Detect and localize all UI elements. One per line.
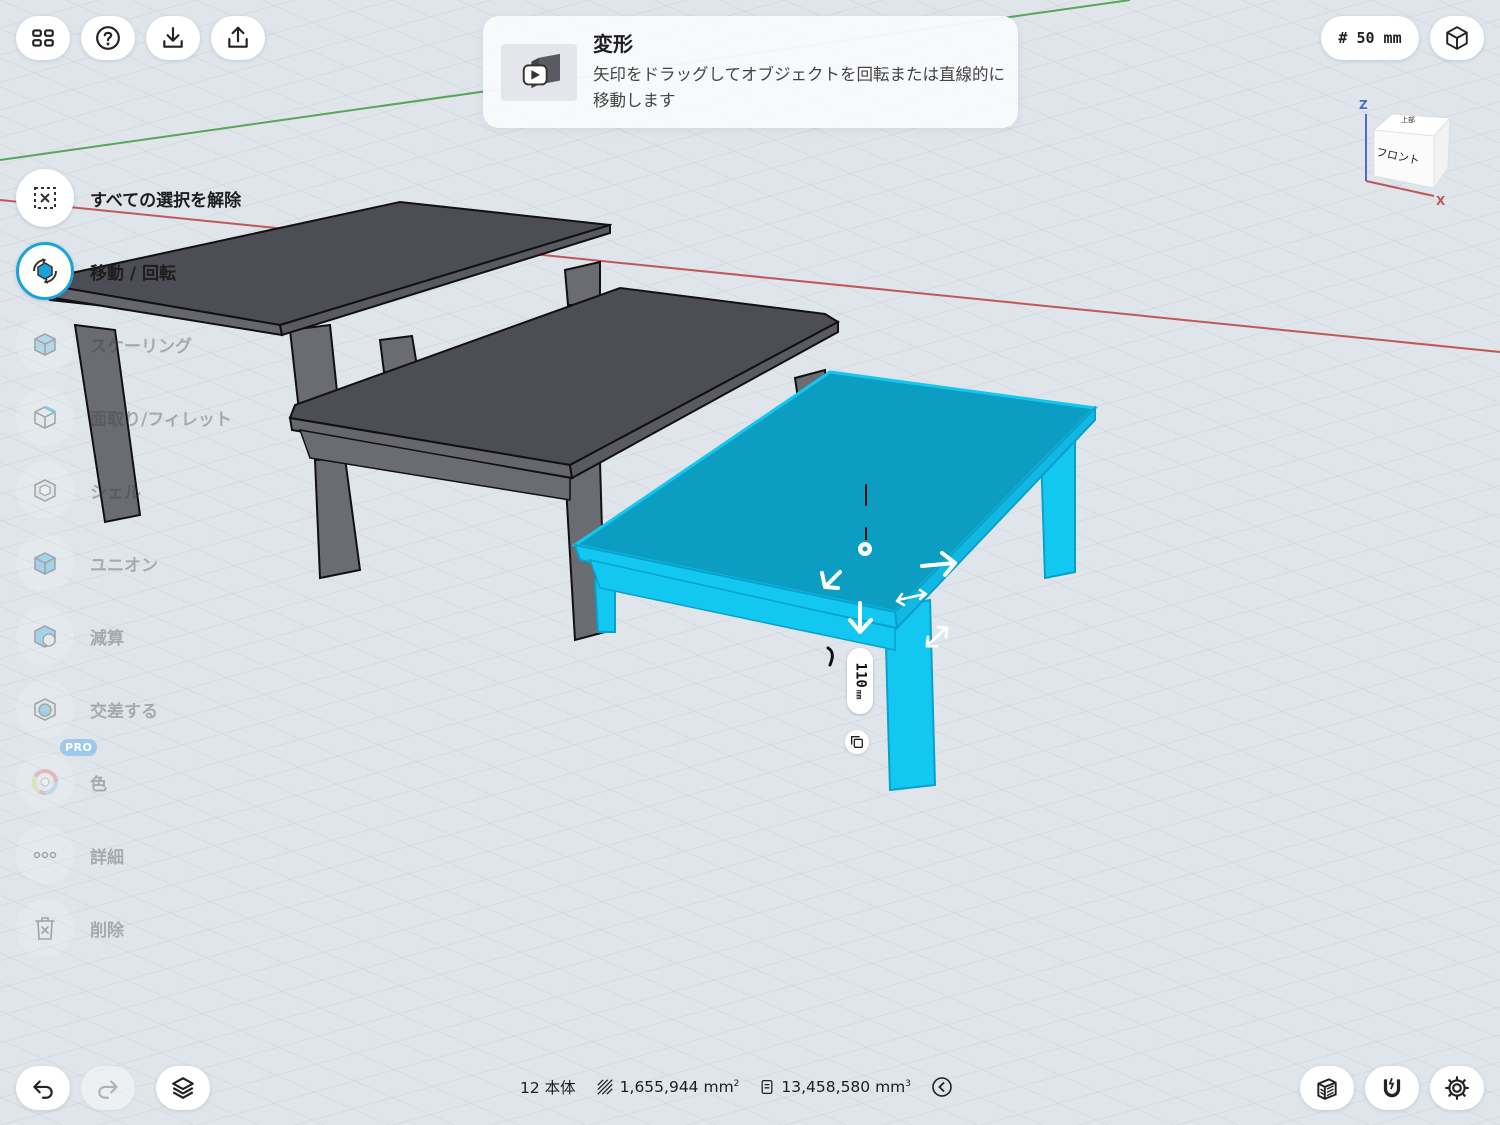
share-icon [228,26,248,48]
volume-icon [761,1079,773,1095]
layers-button[interactable] [156,1066,210,1110]
duplicate-icon [851,736,863,748]
dimension-value: 110 [852,662,868,688]
volume: 13,458,580 mm3 [781,1078,912,1096]
tool-label: 面取り/フィレット [90,409,232,430]
layers-icon [172,1077,194,1099]
gear-icon [1445,1076,1469,1100]
axis-z-label: Z [1359,98,1368,112]
tool-shell[interactable]: シェル [16,461,316,519]
tool-label: 色 [90,774,107,795]
surface-area: 1,655,944 mm2 [619,1078,740,1096]
play-video-icon [522,53,560,88]
hint-title: 変形 [593,32,633,56]
tool-delete[interactable]: 削除 [16,899,316,957]
redo-button[interactable] [81,1066,135,1110]
tool-label: スケーリング [90,336,192,357]
export-button[interactable] [211,16,265,60]
magnet-icon [1383,1077,1401,1098]
snap-button[interactable] [1365,1066,1419,1110]
tool-hint-card: 変形 矢印をドラッグしてオブジェクトを回転または直線的に移動します [483,16,1018,128]
status-bar: 12 本体 1,655,944 mm2 13,458,580 mm3 [520,1072,990,1102]
duplicate-button[interactable] [845,730,869,754]
tool-union[interactable]: ユニオン [16,534,316,592]
tool-move-rotate[interactable]: 移動 / 回転 [16,242,316,300]
download-icon [163,27,183,48]
axis-x-label: X [1436,194,1446,208]
tool-label: 減算 [90,628,124,649]
union-icon [34,552,56,575]
svg-text:上部: 上部 [1401,115,1415,124]
grid-size-button[interactable]: # 50 mm [1321,16,1419,60]
redo-icon [98,1080,118,1099]
section-box-icon [1317,1078,1337,1100]
tool-label: 削除 [90,920,124,941]
collapse-stats-icon[interactable] [931,1076,953,1098]
subtract-icon [34,625,56,648]
scale-icon [34,333,56,356]
trash-icon [35,917,55,940]
tool-label: シェル [90,482,141,503]
tool-label: 移動 / 回転 [90,263,177,284]
cube-view-icon [1446,26,1468,50]
view-mode-button[interactable] [1430,16,1484,60]
tool-color[interactable]: PRO 色 [16,739,316,811]
menu-grid-button[interactable] [16,16,70,60]
help-button[interactable] [81,16,135,60]
body-count: 12 本体 [520,1079,576,1097]
tool-details[interactable]: 詳細 [16,826,316,884]
tool-label: 交差する [90,701,158,722]
view-cube[interactable]: 上部 Z X フロント [1352,96,1462,216]
tool-chamfer-fillet[interactable]: 面取り/フィレット [16,388,316,446]
chamfer-icon [34,405,56,429]
grid-menu-icon [32,29,54,47]
tool-intersect[interactable]: 交差する [16,680,316,738]
area-icon [596,1079,613,1095]
hint-video-thumbnail[interactable] [501,44,577,101]
deselect-icon [34,187,56,209]
more-icon [33,851,57,859]
tool-label: ユニオン [90,555,158,576]
color-wheel-icon [32,769,58,795]
tool-subtract[interactable]: 減算 [16,607,316,665]
settings-button[interactable] [1430,1066,1484,1110]
help-icon [96,26,120,50]
section-view-button[interactable] [1300,1066,1354,1110]
tool-label: 詳細 [90,847,124,868]
dimension-unit: mm [854,689,863,700]
tool-deselect-all[interactable]: すべての選択を解除 [16,169,316,227]
shell-icon [34,479,56,502]
hint-description: 矢印をドラッグしてオブジェクトを回転または直線的に移動します [593,65,1006,110]
import-button[interactable] [146,16,200,60]
dimension-label[interactable]: 110mm [847,648,873,714]
move-rotate-icon [33,258,57,284]
undo-icon [33,1080,53,1099]
intersect-icon [34,698,56,721]
pro-badge: PRO [60,739,98,756]
tool-scaling[interactable]: スケーリング [16,315,316,373]
tool-label: すべての選択を解除 [90,190,242,211]
undo-button[interactable] [16,1066,70,1110]
